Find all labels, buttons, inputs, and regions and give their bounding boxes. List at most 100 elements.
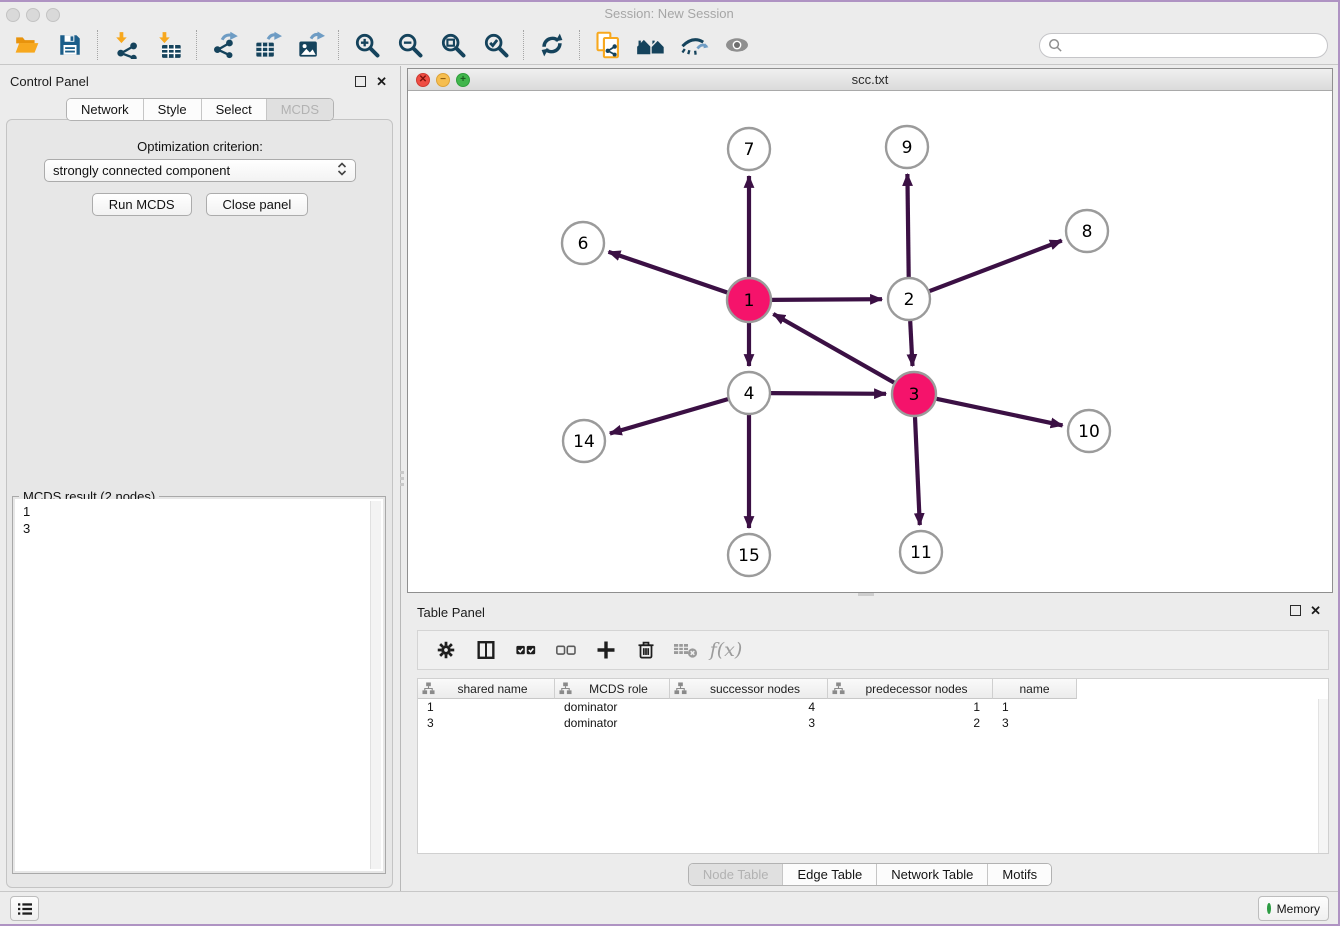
svg-text:6: 6 <box>578 234 589 254</box>
eye-icon[interactable] <box>715 28 758 62</box>
table-row[interactable]: 3dominator323 <box>418 715 1328 731</box>
column-header-MCDS-role[interactable]: MCDS role <box>555 679 670 699</box>
add-column-icon[interactable] <box>588 634 624 666</box>
toolbar-separator <box>196 30 197 60</box>
zoom-selected-icon[interactable] <box>474 28 517 62</box>
tab-edge-table[interactable]: Edge Table <box>783 864 877 885</box>
graph-edge-3-11[interactable] <box>915 417 920 525</box>
svg-text:15: 15 <box>738 546 760 566</box>
graph-edge-2-9[interactable] <box>907 174 908 277</box>
graph-node-10[interactable]: 10 <box>1068 410 1110 452</box>
table-cell: dominator <box>555 700 670 714</box>
column-header-successor-nodes[interactable]: successor nodes <box>670 679 828 699</box>
function-builder-icon[interactable]: f(x) <box>708 634 744 666</box>
table-header-row: shared nameMCDS rolesuccessor nodesprede… <box>418 679 1328 699</box>
first-neighbors-icon[interactable] <box>629 28 672 62</box>
table-body: 1dominator4113dominator323 <box>418 699 1328 731</box>
sort-tree-icon <box>832 682 845 695</box>
tab-style[interactable]: Style <box>144 99 202 120</box>
float-panel-icon[interactable] <box>355 76 366 87</box>
graph-node-9[interactable]: 9 <box>886 126 928 168</box>
tab-select[interactable]: Select <box>202 99 267 120</box>
memory-button[interactable]: Memory <box>1258 896 1329 921</box>
mcds-result-line: 1 <box>23 503 383 520</box>
graphics-details-icon[interactable] <box>672 28 715 62</box>
clone-network-icon[interactable] <box>586 28 629 62</box>
select-all-icon[interactable] <box>508 634 544 666</box>
unselect-all-icon[interactable] <box>548 634 584 666</box>
network-title: scc.txt <box>408 72 1332 87</box>
graph-node-1[interactable]: 1 <box>727 278 771 322</box>
panel-splitter-handle[interactable] <box>399 468 404 488</box>
import-table-icon[interactable] <box>147 28 190 62</box>
graph-node-11[interactable]: 11 <box>900 531 942 573</box>
toolbar-separator <box>523 30 524 60</box>
task-history-button[interactable] <box>10 896 39 921</box>
graph-node-8[interactable]: 8 <box>1066 210 1108 252</box>
graph-node-7[interactable]: 7 <box>728 128 770 170</box>
tab-network[interactable]: Network <box>67 99 144 120</box>
table-toolbar: f(x) <box>417 630 1329 670</box>
delete-table-icon[interactable] <box>668 634 704 666</box>
graph-node-14[interactable]: 14 <box>563 420 605 462</box>
zoom-out-icon[interactable] <box>388 28 431 62</box>
window-title: Session: New Session <box>0 6 1338 21</box>
graph-edge-2-8[interactable] <box>930 241 1062 292</box>
column-header-name[interactable]: name <box>993 679 1077 699</box>
network-canvas[interactable]: 7 9 6 8 1 2 4 3 14 10 15 11 <box>408 91 1332 592</box>
network-window-titlebar[interactable]: ✕ − + scc.txt <box>408 69 1332 91</box>
tab-motifs[interactable]: Motifs <box>988 864 1051 885</box>
control-panel-title: Control Panel <box>10 74 89 89</box>
search-field[interactable] <box>1039 33 1328 58</box>
columns-icon[interactable] <box>468 634 504 666</box>
graph-edge-3-1[interactable] <box>773 314 894 383</box>
graph-edge-2-3[interactable] <box>910 321 912 366</box>
table-scrollbar[interactable] <box>1318 699 1328 853</box>
table-cell: 3 <box>993 716 1077 730</box>
control-panel-tabs: Network Style Select MCDS <box>0 98 400 121</box>
zoom-fit-icon[interactable] <box>431 28 474 62</box>
mcds-result-line: 3 <box>23 520 383 537</box>
close-panel-button[interactable]: Close panel <box>206 193 309 216</box>
graph-edge-1-6[interactable] <box>609 252 728 293</box>
export-network-icon[interactable] <box>203 28 246 62</box>
graph-edge-4-14[interactable] <box>610 399 728 433</box>
graph-edge-1-2[interactable] <box>772 299 882 300</box>
close-panel-icon[interactable]: ✕ <box>376 76 387 87</box>
table-cell: 1 <box>828 700 993 714</box>
search-input[interactable] <box>1063 38 1319 53</box>
graph-node-4[interactable]: 4 <box>728 372 770 414</box>
zoom-in-icon[interactable] <box>345 28 388 62</box>
close-table-panel-icon[interactable]: ✕ <box>1310 605 1321 616</box>
export-table-icon[interactable] <box>246 28 289 62</box>
tab-node-table[interactable]: Node Table <box>689 864 784 885</box>
graph-edge-4-3[interactable] <box>771 393 886 394</box>
run-mcds-button[interactable]: Run MCDS <box>92 193 192 216</box>
mcds-result-group: MCDS result (2 nodes) 1 3 <box>12 496 386 874</box>
delete-column-icon[interactable] <box>628 634 664 666</box>
graph-node-15[interactable]: 15 <box>728 534 770 576</box>
tab-mcds[interactable]: MCDS <box>267 99 333 120</box>
gear-icon[interactable] <box>428 634 464 666</box>
graph-edge-3-10[interactable] <box>937 399 1063 426</box>
graph-node-2[interactable]: 2 <box>888 278 930 320</box>
graph-node-3[interactable]: 3 <box>892 372 936 416</box>
horizontal-splitter-handle[interactable] <box>858 593 874 596</box>
mcds-result-list[interactable]: 1 3 <box>15 499 383 871</box>
table-cell: 3 <box>418 716 555 730</box>
optimization-criterion-select[interactable]: strongly connected component <box>44 159 356 182</box>
tab-network-table[interactable]: Network Table <box>877 864 988 885</box>
save-icon[interactable] <box>48 28 91 62</box>
column-header-shared-name[interactable]: shared name <box>418 679 555 699</box>
graph-node-6[interactable]: 6 <box>562 222 604 264</box>
column-header-predecessor-nodes[interactable]: predecessor nodes <box>828 679 993 699</box>
mcds-scrollbar[interactable] <box>370 501 381 869</box>
open-folder-icon[interactable] <box>5 28 48 62</box>
refresh-icon[interactable] <box>530 28 573 62</box>
import-network-icon[interactable] <box>104 28 147 62</box>
float-table-panel-icon[interactable] <box>1290 605 1301 616</box>
table-row[interactable]: 1dominator411 <box>418 699 1328 715</box>
export-image-icon[interactable] <box>289 28 332 62</box>
toolbar-separator <box>97 30 98 60</box>
svg-text:1: 1 <box>744 291 755 311</box>
